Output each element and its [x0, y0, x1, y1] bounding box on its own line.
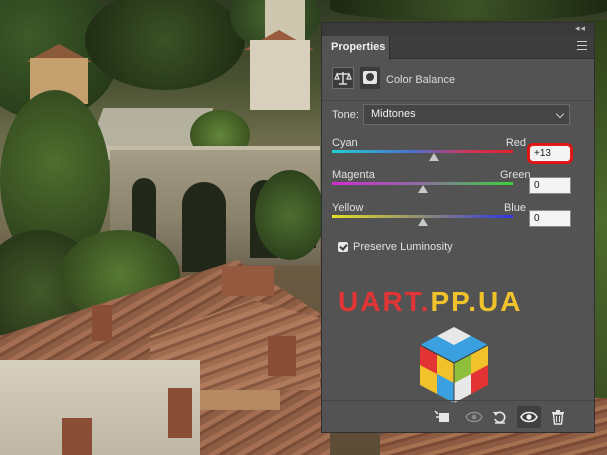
slider-yellow-blue: Yellow Blue 0	[332, 202, 590, 242]
chimney	[222, 266, 274, 296]
watermark-text-red: UART.	[338, 286, 431, 317]
tone-label: Tone:	[332, 109, 359, 121]
adjustment-header: Color Balance	[322, 59, 594, 101]
chevron-down-icon	[555, 109, 565, 119]
chimney	[268, 336, 296, 376]
adjustment-title: Color Balance	[386, 74, 456, 86]
collapse-panel-icon[interactable]: ◂◂	[575, 23, 586, 34]
slider-left-label: Cyan	[332, 137, 358, 149]
watermark-text-yellow: PP.UA	[430, 286, 523, 317]
slider-thumb[interactable]	[429, 153, 440, 161]
slider-right-label: Red	[505, 137, 526, 149]
reset-icon[interactable]	[488, 406, 512, 428]
chimney	[168, 388, 192, 438]
view-previous-state-icon[interactable]	[462, 406, 486, 428]
slider-right-label: Blue	[503, 202, 526, 214]
slider-left-label: Magenta	[332, 169, 375, 181]
layer-mask-icon[interactable]	[360, 67, 380, 89]
slider-left-label: Yellow	[332, 202, 364, 214]
aqueduct-arch	[182, 182, 226, 272]
tone-dropdown[interactable]: Midtones	[363, 104, 570, 125]
slider-right-label: Green	[500, 169, 531, 181]
tab-properties[interactable]: Properties	[322, 36, 390, 60]
slider-thumb[interactable]	[417, 185, 428, 193]
properties-panel: ◂◂ Properties Color Balance Tone: Midton…	[321, 22, 595, 433]
balance-scale-icon[interactable]	[332, 67, 354, 89]
watermark-logo: UART.PP.UA	[338, 286, 522, 318]
panel-title-bar[interactable]: ◂◂	[322, 23, 594, 35]
panel-bottom-toolbar	[322, 400, 594, 433]
clip-to-layer-icon[interactable]	[430, 406, 454, 428]
trash-icon[interactable]	[546, 406, 570, 428]
house	[250, 40, 310, 110]
visibility-eye-icon[interactable]	[517, 406, 541, 428]
preserve-luminosity-checkbox[interactable]	[338, 242, 348, 252]
tree	[255, 170, 325, 260]
chimney	[92, 305, 112, 341]
slider-value-input[interactable]: 0	[529, 177, 571, 194]
rubiks-cube-logo	[419, 327, 489, 403]
slider-value-input[interactable]: 0	[529, 210, 571, 227]
slider-thumb[interactable]	[417, 218, 428, 226]
panel-tab-bar: Properties	[322, 35, 594, 60]
slider-track[interactable]	[332, 150, 513, 153]
tone-selected-value: Midtones	[371, 108, 416, 120]
chimney	[62, 418, 92, 455]
preserve-luminosity-label: Preserve Luminosity	[353, 241, 453, 253]
hamburger-menu-icon[interactable]	[577, 41, 587, 50]
slider-value-input[interactable]: +13	[529, 145, 571, 162]
tree	[330, 0, 607, 20]
